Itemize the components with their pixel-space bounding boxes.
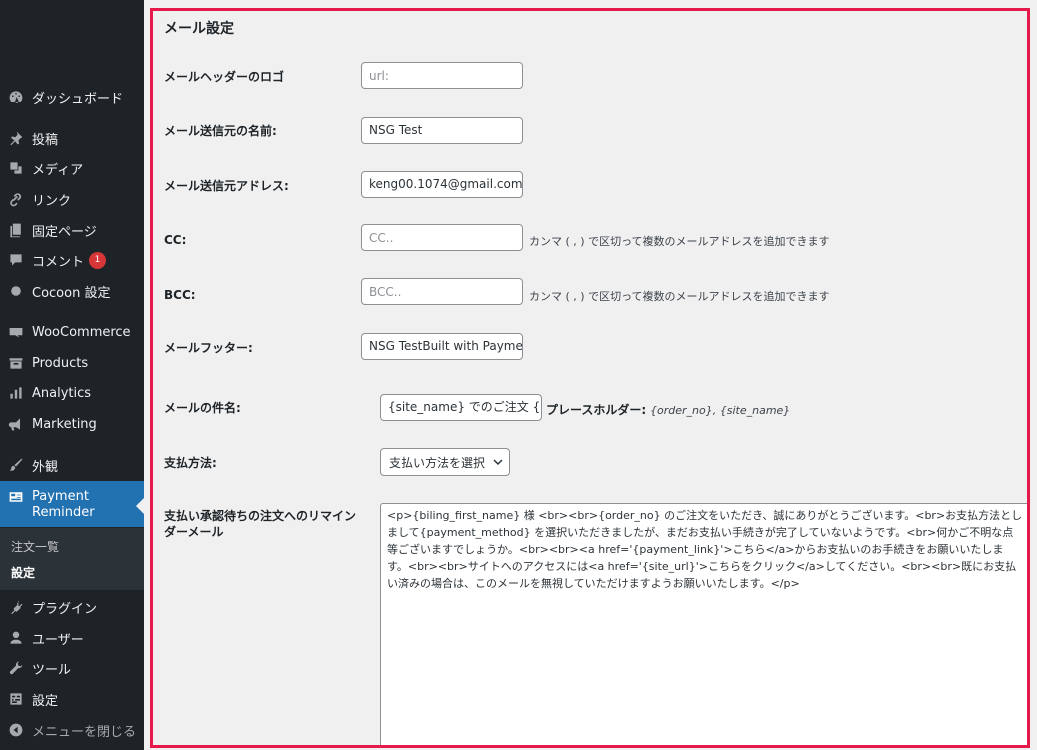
footer-label: メールフッター:: [164, 341, 253, 355]
payment-method-selected: 支払い方法を選択: [389, 455, 486, 470]
archive-icon: [0, 355, 32, 371]
menu-dashboard-label: ダッシュボード: [32, 91, 124, 107]
user-icon: [0, 630, 32, 646]
menu-tools-label: ツール: [32, 662, 72, 678]
mail-settings-panel: メール設定 メールヘッダーのロゴ メール送信元の名前: NSG Test メール…: [150, 8, 1030, 748]
bcc-label: BCC:: [164, 288, 196, 302]
menu-collapse[interactable]: メニューを閉じる: [0, 715, 144, 745]
menu-users[interactable]: ユーザー: [0, 623, 144, 653]
menu-woocommerce[interactable]: WooCommerce: [0, 317, 144, 347]
menu-products-label: Products: [32, 355, 89, 371]
menu-marketing-label: Marketing: [32, 416, 97, 432]
menu-media-label: メディア: [32, 162, 84, 178]
payment-method-select[interactable]: 支払い方法を選択: [380, 448, 511, 476]
menu-settings-label: 設定: [32, 693, 59, 709]
menu-payment-reminder-label: Payment Reminder: [32, 489, 95, 520]
media-icon: [0, 160, 32, 176]
sender-address-label: メール送信元アドレス:: [164, 179, 289, 193]
plugin-icon: [0, 599, 32, 615]
menu-cocoon[interactable]: Cocoon 設定: [0, 276, 144, 306]
subject-input[interactable]: {site_name} でのご注文 {order_no}: [380, 394, 542, 421]
cc-input[interactable]: [361, 224, 523, 251]
collapse-icon: [0, 722, 32, 738]
menu-posts[interactable]: 投稿: [0, 123, 144, 153]
sender-name-input[interactable]: NSG Test: [361, 117, 523, 144]
section-title: メール設定: [164, 21, 234, 37]
menu-appearance[interactable]: 外観: [0, 450, 144, 480]
menu-comments-label: コメント: [32, 254, 85, 270]
chevron-down-icon: [493, 457, 503, 467]
menu-pages[interactable]: 固定ページ: [0, 215, 144, 245]
menu-posts-label: 投稿: [32, 132, 59, 148]
menu-payment-reminder[interactable]: Payment Reminder: [0, 481, 144, 527]
header-logo-input[interactable]: [361, 62, 523, 89]
menu-collapse-label: メニューを閉じる: [32, 724, 137, 740]
menu-cocoon-label: Cocoon 設定: [32, 285, 111, 301]
cc-label: CC:: [164, 233, 187, 247]
subject-label: メールの件名:: [164, 401, 241, 415]
menu-pages-label: 固定ページ: [32, 224, 97, 240]
menu-dashboard[interactable]: ダッシュボード: [0, 82, 144, 112]
megaphone-icon: [0, 416, 32, 432]
submenu-order-list[interactable]: 注文一覧: [11, 538, 59, 555]
comment-count-badge: 1: [89, 251, 107, 269]
bar-chart-icon: [0, 385, 32, 401]
comment-icon: [0, 252, 32, 268]
reminder-label: 支払い承認待ちの注文へのリマインダーメール: [164, 509, 357, 539]
menu-appearance-label: 外観: [32, 459, 59, 475]
admin-sidebar: ダッシュボード 投稿 メディア リンク 固定ページ コメント 1 Cocoon …: [0, 0, 144, 750]
bcc-input[interactable]: [361, 278, 523, 305]
circle-icon: [0, 283, 32, 299]
cc-hint: カンマ ( , ) で区切って複数のメールアドレスを追加できます: [529, 235, 830, 248]
placeholder-label: プレースホルダー:: [546, 403, 647, 417]
footer-input[interactable]: NSG TestBuilt with Payment Reminder: [361, 333, 523, 360]
menu-analytics-label: Analytics: [32, 385, 92, 401]
subject-placeholder-hint: プレースホルダー: {order_no}, {site_name}: [546, 401, 790, 418]
card-icon: [0, 489, 32, 505]
page-icon: [0, 222, 32, 238]
menu-links[interactable]: リンク: [0, 184, 144, 214]
sender-address-input[interactable]: keng00.1074@gmail.com: [361, 171, 523, 198]
wrench-icon: [0, 660, 32, 676]
sender-name-label: メール送信元の名前:: [164, 124, 277, 138]
brush-icon: [0, 457, 32, 473]
menu-users-label: ユーザー: [32, 632, 84, 648]
submenu-settings[interactable]: 設定: [11, 564, 35, 581]
header-logo-label: メールヘッダーのロゴ: [164, 70, 285, 84]
menu-woocommerce-label: WooCommerce: [32, 324, 131, 340]
reminder-template-textarea[interactable]: <p>{biling_first_name} 様 <br><br>{order_…: [380, 503, 1027, 745]
menu-marketing[interactable]: Marketing: [0, 409, 144, 439]
menu-settings[interactable]: 設定: [0, 684, 144, 714]
menu-analytics[interactable]: Analytics: [0, 378, 144, 408]
menu-plugins-label: プラグイン: [32, 601, 98, 617]
woo-icon: [0, 324, 32, 340]
link-icon: [0, 191, 32, 207]
placeholder-values: {order_no}, {site_name}: [650, 404, 791, 417]
menu-media[interactable]: メディア: [0, 153, 144, 183]
menu-products[interactable]: Products: [0, 348, 144, 378]
menu-plugins[interactable]: プラグイン: [0, 592, 144, 622]
bcc-hint: カンマ ( , ) で区切って複数のメールアドレスを追加できます: [529, 290, 830, 303]
menu-tools[interactable]: ツール: [0, 653, 144, 683]
payment-reminder-submenu: 注文一覧 設定: [0, 528, 144, 590]
dashboard-icon: [0, 89, 32, 105]
menu-comments[interactable]: コメント 1: [0, 245, 144, 275]
pin-icon: [0, 130, 32, 146]
settings-icon: [0, 691, 32, 707]
payment-method-label: 支払方法:: [164, 456, 217, 470]
menu-links-label: リンク: [32, 193, 72, 209]
